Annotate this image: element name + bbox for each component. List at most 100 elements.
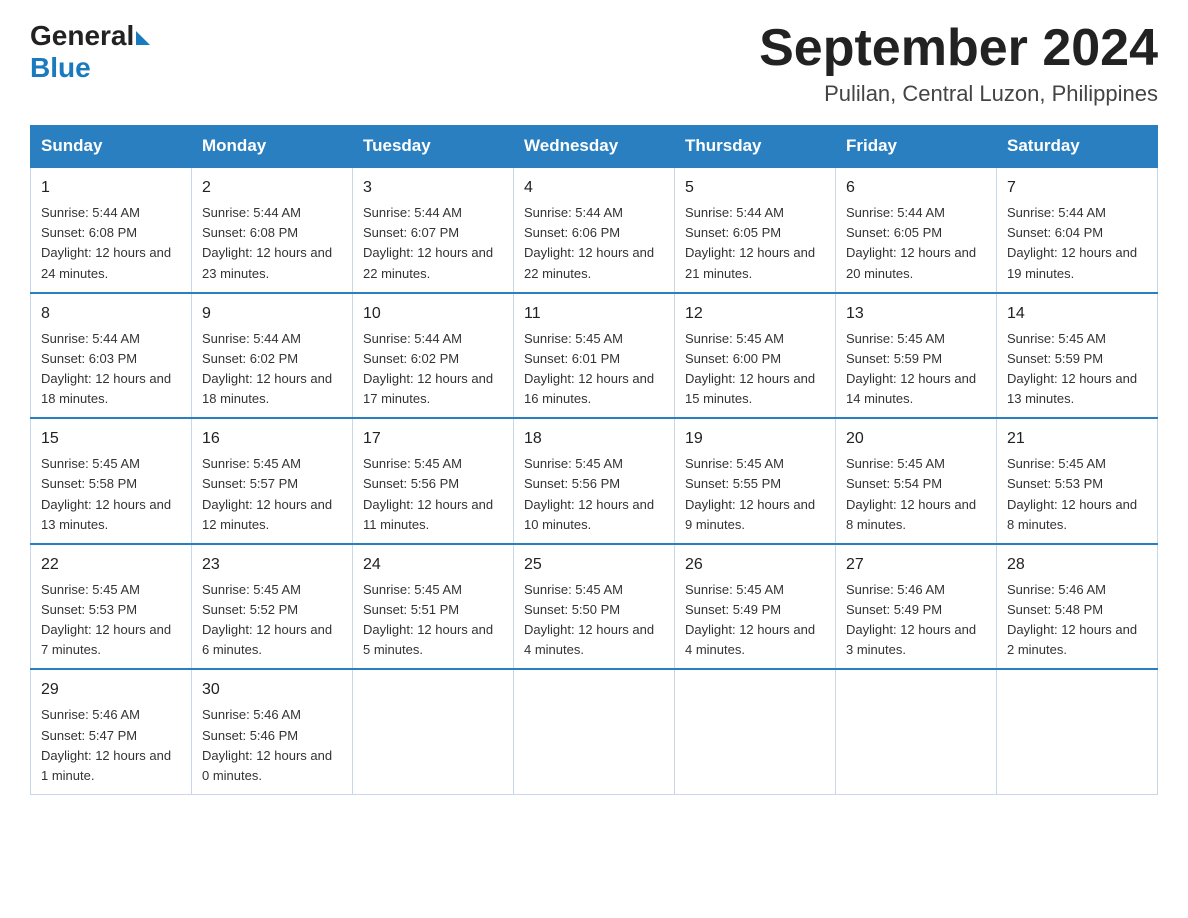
- calendar-cell: 3Sunrise: 5:44 AMSunset: 6:07 PMDaylight…: [353, 167, 514, 293]
- day-info: Sunrise: 5:44 AMSunset: 6:08 PMDaylight:…: [202, 203, 342, 284]
- day-info: Sunrise: 5:46 AMSunset: 5:47 PMDaylight:…: [41, 705, 181, 786]
- day-number: 3: [363, 176, 503, 200]
- calendar-cell: [997, 669, 1158, 794]
- calendar-cell: [836, 669, 997, 794]
- day-number: 26: [685, 553, 825, 577]
- day-info: Sunrise: 5:45 AMSunset: 5:56 PMDaylight:…: [524, 454, 664, 535]
- calendar-table: SundayMondayTuesdayWednesdayThursdayFrid…: [30, 125, 1158, 795]
- calendar-week-row: 29 Sunrise: 5:46 AMSunset: 5:47 PMDayligh…: [31, 669, 1158, 794]
- day-number: 14: [1007, 302, 1147, 326]
- day-info: Sunrise: 5:44 AMSunset: 6:02 PMDaylight:…: [202, 329, 342, 410]
- weekday-header-sunday: Sunday: [31, 126, 192, 168]
- day-info: Sunrise: 5:45 AMSunset: 5:49 PMDaylight:…: [685, 580, 825, 661]
- day-number: 20: [846, 427, 986, 451]
- calendar-cell: 14 Sunrise: 5:45 AMSunset: 5:59 PMDayligh…: [997, 293, 1158, 419]
- calendar-cell: 30Sunrise: 5:46 AMSunset: 5:46 PMDayligh…: [192, 669, 353, 794]
- calendar-cell: 6 Sunrise: 5:44 AMSunset: 6:05 PMDaylight…: [836, 167, 997, 293]
- calendar-cell: 28 Sunrise: 5:46 AMSunset: 5:48 PMDayligh…: [997, 544, 1158, 670]
- day-info: Sunrise: 5:44 AMSunset: 6:02 PMDaylight:…: [363, 329, 503, 410]
- calendar-cell: 15 Sunrise: 5:45 AMSunset: 5:58 PMDayligh…: [31, 418, 192, 544]
- day-info: Sunrise: 5:45 AMSunset: 5:53 PMDaylight:…: [41, 580, 181, 661]
- day-info: Sunrise: 5:45 AMSunset: 5:56 PMDaylight:…: [363, 454, 503, 535]
- day-number: 5: [685, 176, 825, 200]
- weekday-header-thursday: Thursday: [675, 126, 836, 168]
- day-number: 28: [1007, 553, 1147, 577]
- day-info: Sunrise: 5:45 AMSunset: 5:59 PMDaylight:…: [1007, 329, 1147, 410]
- calendar-cell: 19 Sunrise: 5:45 AMSunset: 5:55 PMDayligh…: [675, 418, 836, 544]
- calendar-cell: 12Sunrise: 5:45 AMSunset: 6:00 PMDayligh…: [675, 293, 836, 419]
- calendar-cell: 16 Sunrise: 5:45 AMSunset: 5:57 PMDayligh…: [192, 418, 353, 544]
- day-number: 24: [363, 553, 503, 577]
- calendar-cell: 17 Sunrise: 5:45 AMSunset: 5:56 PMDayligh…: [353, 418, 514, 544]
- day-info: Sunrise: 5:44 AMSunset: 6:03 PMDaylight:…: [41, 329, 181, 410]
- calendar-cell: 11 Sunrise: 5:45 AMSunset: 6:01 PMDayligh…: [514, 293, 675, 419]
- day-number: 13: [846, 302, 986, 326]
- calendar-cell: 10Sunrise: 5:44 AMSunset: 6:02 PMDayligh…: [353, 293, 514, 419]
- day-number: 27: [846, 553, 986, 577]
- calendar-cell: 25Sunrise: 5:45 AMSunset: 5:50 PMDayligh…: [514, 544, 675, 670]
- calendar-cell: 1 Sunrise: 5:44 AMSunset: 6:08 PMDaylight…: [31, 167, 192, 293]
- day-info: Sunrise: 5:44 AMSunset: 6:04 PMDaylight:…: [1007, 203, 1147, 284]
- calendar-week-row: 22 Sunrise: 5:45 AMSunset: 5:53 PMDayligh…: [31, 544, 1158, 670]
- day-info: Sunrise: 5:44 AMSunset: 6:06 PMDaylight:…: [524, 203, 664, 284]
- weekday-header-wednesday: Wednesday: [514, 126, 675, 168]
- page-header: General Blue September 2024 Pulilan, Cen…: [30, 20, 1158, 107]
- day-number: 21: [1007, 427, 1147, 451]
- logo-general-text: General: [30, 20, 134, 52]
- calendar-cell: 18Sunrise: 5:45 AMSunset: 5:56 PMDayligh…: [514, 418, 675, 544]
- day-info: Sunrise: 5:45 AMSunset: 5:53 PMDaylight:…: [1007, 454, 1147, 535]
- weekday-header-tuesday: Tuesday: [353, 126, 514, 168]
- calendar-cell: 13Sunrise: 5:45 AMSunset: 5:59 PMDayligh…: [836, 293, 997, 419]
- calendar-week-row: 1 Sunrise: 5:44 AMSunset: 6:08 PMDaylight…: [31, 167, 1158, 293]
- day-number: 30: [202, 678, 342, 702]
- month-title: September 2024: [759, 20, 1158, 77]
- day-info: Sunrise: 5:45 AMSunset: 6:01 PMDaylight:…: [524, 329, 664, 410]
- day-info: Sunrise: 5:44 AMSunset: 6:05 PMDaylight:…: [846, 203, 986, 284]
- day-info: Sunrise: 5:44 AMSunset: 6:08 PMDaylight:…: [41, 203, 181, 284]
- day-info: Sunrise: 5:45 AMSunset: 5:54 PMDaylight:…: [846, 454, 986, 535]
- calendar-week-row: 15 Sunrise: 5:45 AMSunset: 5:58 PMDayligh…: [31, 418, 1158, 544]
- calendar-cell: 29 Sunrise: 5:46 AMSunset: 5:47 PMDayligh…: [31, 669, 192, 794]
- day-info: Sunrise: 5:45 AMSunset: 5:52 PMDaylight:…: [202, 580, 342, 661]
- calendar-cell: 20 Sunrise: 5:45 AMSunset: 5:54 PMDayligh…: [836, 418, 997, 544]
- day-number: 15: [41, 427, 181, 451]
- calendar-cell: 2 Sunrise: 5:44 AMSunset: 6:08 PMDaylight…: [192, 167, 353, 293]
- logo-triangle-icon: [136, 31, 150, 45]
- calendar-cell: 21 Sunrise: 5:45 AMSunset: 5:53 PMDayligh…: [997, 418, 1158, 544]
- weekday-header-friday: Friday: [836, 126, 997, 168]
- day-number: 29: [41, 678, 181, 702]
- day-number: 1: [41, 176, 181, 200]
- title-area: September 2024 Pulilan, Central Luzon, P…: [759, 20, 1158, 107]
- weekday-header-saturday: Saturday: [997, 126, 1158, 168]
- day-number: 11: [524, 302, 664, 326]
- calendar-week-row: 8Sunrise: 5:44 AMSunset: 6:03 PMDaylight…: [31, 293, 1158, 419]
- calendar-cell: 23Sunrise: 5:45 AMSunset: 5:52 PMDayligh…: [192, 544, 353, 670]
- day-number: 16: [202, 427, 342, 451]
- day-info: Sunrise: 5:45 AMSunset: 5:57 PMDaylight:…: [202, 454, 342, 535]
- calendar-cell: 9 Sunrise: 5:44 AMSunset: 6:02 PMDaylight…: [192, 293, 353, 419]
- day-number: 6: [846, 176, 986, 200]
- logo-blue-text: Blue: [30, 52, 91, 83]
- calendar-cell: 5Sunrise: 5:44 AMSunset: 6:05 PMDaylight…: [675, 167, 836, 293]
- day-number: 25: [524, 553, 664, 577]
- weekday-header-row: SundayMondayTuesdayWednesdayThursdayFrid…: [31, 126, 1158, 168]
- day-info: Sunrise: 5:45 AMSunset: 5:58 PMDaylight:…: [41, 454, 181, 535]
- weekday-header-monday: Monday: [192, 126, 353, 168]
- logo: General Blue: [30, 20, 150, 84]
- day-number: 19: [685, 427, 825, 451]
- day-info: Sunrise: 5:45 AMSunset: 5:51 PMDaylight:…: [363, 580, 503, 661]
- day-number: 9: [202, 302, 342, 326]
- calendar-cell: 8Sunrise: 5:44 AMSunset: 6:03 PMDaylight…: [31, 293, 192, 419]
- calendar-cell: [514, 669, 675, 794]
- calendar-cell: 27 Sunrise: 5:46 AMSunset: 5:49 PMDayligh…: [836, 544, 997, 670]
- day-number: 7: [1007, 176, 1147, 200]
- day-number: 2: [202, 176, 342, 200]
- day-number: 17: [363, 427, 503, 451]
- day-info: Sunrise: 5:46 AMSunset: 5:49 PMDaylight:…: [846, 580, 986, 661]
- day-info: Sunrise: 5:46 AMSunset: 5:48 PMDaylight:…: [1007, 580, 1147, 661]
- day-number: 22: [41, 553, 181, 577]
- calendar-cell: [353, 669, 514, 794]
- day-number: 12: [685, 302, 825, 326]
- day-info: Sunrise: 5:45 AMSunset: 5:55 PMDaylight:…: [685, 454, 825, 535]
- calendar-cell: [675, 669, 836, 794]
